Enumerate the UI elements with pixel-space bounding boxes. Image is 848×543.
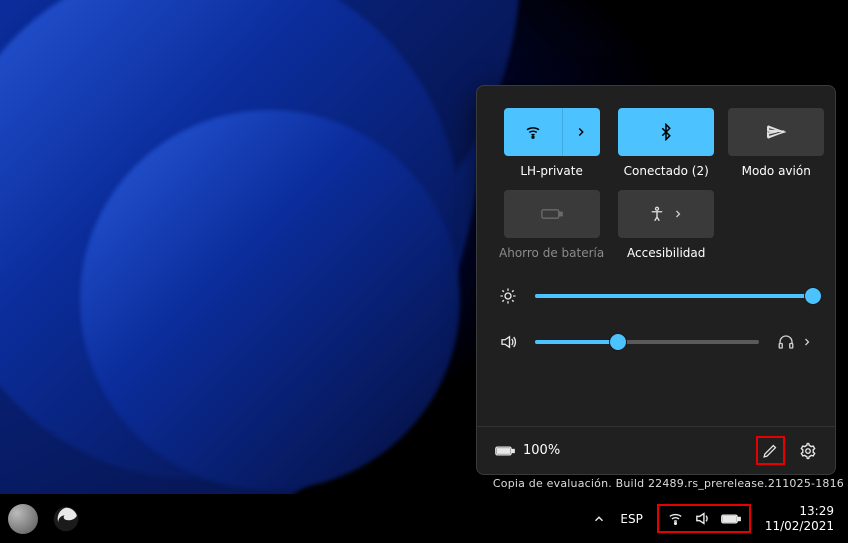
edit-quick-settings-button[interactable]: [756, 436, 785, 465]
accessibility-icon: [648, 205, 666, 223]
wifi-expand[interactable]: [562, 108, 600, 156]
edge-browser-icon[interactable]: [52, 505, 80, 533]
taskbar-clock[interactable]: 13:29 11/02/2021: [765, 504, 834, 534]
wifi-icon: [524, 123, 542, 141]
accessibility-tile[interactable]: [618, 190, 714, 238]
airplane-mode-label: Modo avión: [742, 164, 811, 178]
airplane-icon: [766, 122, 786, 142]
wifi-label: LH-private: [520, 164, 582, 178]
wifi-toggle[interactable]: [504, 108, 562, 156]
volume-row: [499, 332, 813, 352]
airplane-mode-tile[interactable]: [728, 108, 824, 156]
brightness-icon: [499, 287, 517, 305]
taskbar: ESP 13:29 11/02/2021: [0, 494, 848, 543]
quick-settings-tiles: LH-private Conectado (2) Modo avión: [499, 108, 813, 260]
chevron-right-icon: [801, 336, 813, 348]
audio-output-button[interactable]: [777, 333, 795, 351]
chevron-right-icon: [574, 125, 588, 139]
chevron-right-icon: [672, 208, 684, 220]
clock-date: 11/02/2021: [765, 519, 834, 534]
battery-icon: [495, 445, 515, 457]
speaker-icon: [499, 333, 517, 351]
flyout-footer: 100%: [477, 426, 835, 474]
tray-chevron-up-icon[interactable]: [592, 512, 606, 526]
battery-icon: [721, 513, 741, 525]
wifi-tile[interactable]: [504, 108, 600, 156]
brightness-row: [499, 286, 813, 306]
battery-saver-icon: [541, 207, 563, 221]
settings-button[interactable]: [799, 442, 817, 460]
battery-saver-label: Ahorro de batería: [499, 246, 604, 260]
bluetooth-tile[interactable]: [618, 108, 714, 156]
wifi-icon: [667, 510, 684, 527]
start-avatar[interactable]: [8, 504, 38, 534]
volume-slider[interactable]: [535, 332, 759, 352]
evaluation-watermark: Copia de evaluación. Build 22489.rs_prer…: [493, 477, 844, 490]
brightness-slider[interactable]: [535, 286, 813, 306]
battery-percent-text: 100%: [523, 443, 560, 458]
bluetooth-label: Conectado (2): [624, 164, 709, 178]
speaker-icon: [694, 510, 711, 527]
ime-indicator[interactable]: ESP: [620, 512, 642, 526]
system-tray[interactable]: [657, 504, 751, 533]
accessibility-label: Accesibilidad: [627, 246, 705, 260]
quick-settings-flyout: LH-private Conectado (2) Modo avión: [476, 85, 836, 475]
battery-saver-tile[interactable]: [504, 190, 600, 238]
clock-time: 13:29: [765, 504, 834, 519]
bluetooth-icon: [657, 123, 675, 141]
